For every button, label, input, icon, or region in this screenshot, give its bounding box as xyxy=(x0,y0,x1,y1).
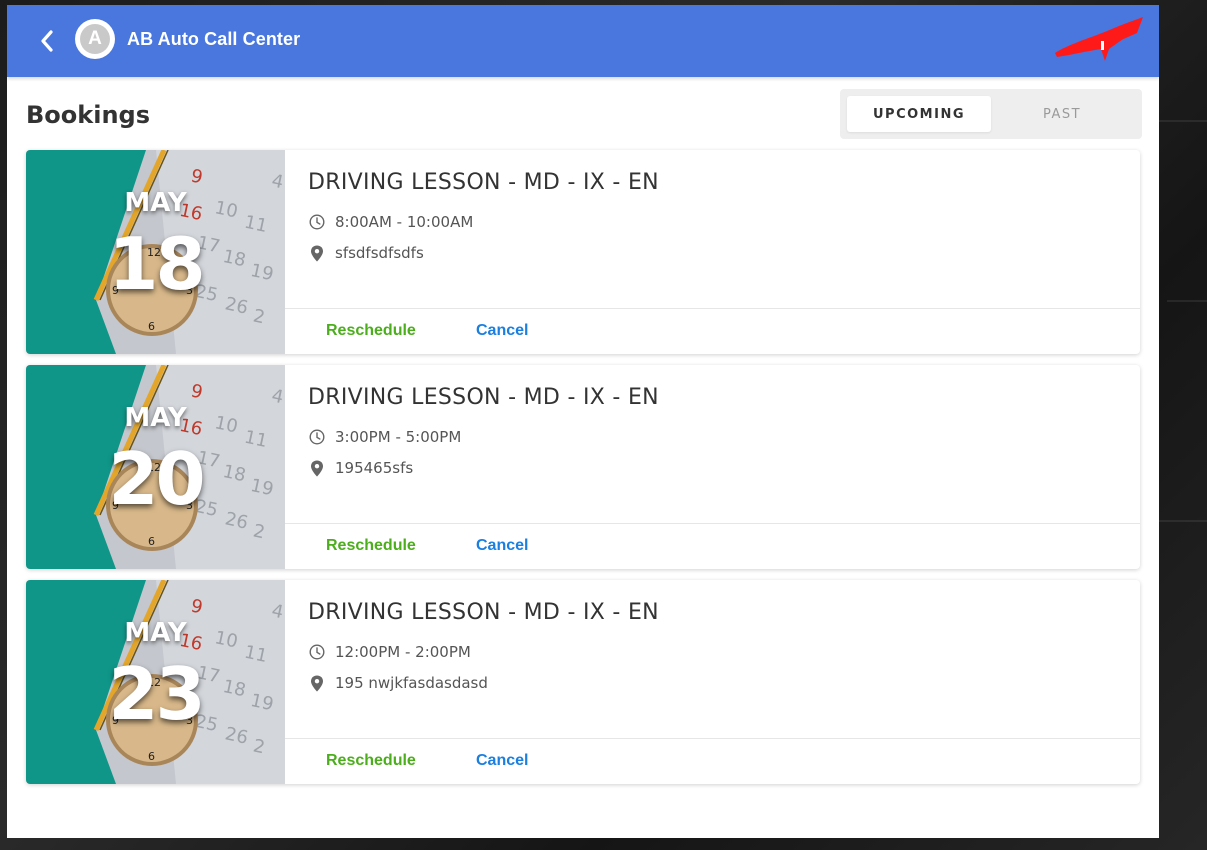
calendar-clock-image: 9 10 11 16 17 18 19 25 26 2 4 12 9 3 6 M… xyxy=(26,150,285,354)
booking-title: DRIVING LESSON - MD - IX - EN xyxy=(308,385,659,410)
app-bar: A AB Auto Call Center xyxy=(7,5,1159,77)
avatar-letter: A xyxy=(80,24,110,54)
booking-day: 18 xyxy=(108,222,205,306)
booking-location-row: 195 nwjkfasdasdasd xyxy=(308,673,488,693)
svg-text:6: 6 xyxy=(148,320,155,333)
reschedule-button[interactable]: Reschedule xyxy=(326,537,416,555)
booking-card: 9 10 11 16 17 18 19 25 26 2 4 12 9 3 6 M… xyxy=(26,580,1140,784)
booking-time: 8:00AM - 10:00AM xyxy=(335,213,474,231)
booking-location: 195465sfs xyxy=(335,459,414,477)
reschedule-button[interactable]: Reschedule xyxy=(326,752,416,770)
booking-month: MAY xyxy=(124,403,187,433)
cancel-button[interactable]: Cancel xyxy=(476,322,528,340)
booking-actions: Reschedule Cancel xyxy=(285,738,1140,784)
tab-upcoming[interactable]: UPCOMING xyxy=(847,96,991,132)
page-title: Bookings xyxy=(26,101,151,129)
booking-title: DRIVING LESSON - MD - IX - EN xyxy=(308,600,659,625)
back-button[interactable] xyxy=(33,25,61,57)
booking-actions: Reschedule Cancel xyxy=(285,523,1140,569)
booking-location: sfsdfsdfsdfs xyxy=(335,244,424,262)
booking-month: MAY xyxy=(124,188,187,218)
booking-location-row: 195465sfs xyxy=(308,458,413,478)
booking-title: DRIVING LESSON - MD - IX - EN xyxy=(308,170,659,195)
booking-time: 12:00PM - 2:00PM xyxy=(335,643,471,661)
booking-day: 20 xyxy=(108,437,205,521)
app-logo-avatar: A xyxy=(75,19,115,59)
clock-icon xyxy=(308,213,326,231)
booking-time-row: 8:00AM - 10:00AM xyxy=(308,212,473,232)
svg-text:6: 6 xyxy=(148,750,155,763)
booking-time-row: 12:00PM - 2:00PM xyxy=(308,642,471,662)
clock-icon xyxy=(308,643,326,661)
calendar-clock-image: 9 10 11 16 17 18 19 25 26 2 4 12 9 3 6 M… xyxy=(26,580,285,784)
booking-details: DRIVING LESSON - MD - IX - EN 8:00AM - 1… xyxy=(285,150,1140,308)
map-pin-icon xyxy=(308,459,326,477)
redaction-scribble xyxy=(1055,17,1143,61)
booking-details: DRIVING LESSON - MD - IX - EN 3:00PM - 5… xyxy=(285,365,1140,523)
booking-time: 3:00PM - 5:00PM xyxy=(335,428,462,446)
chevron-left-icon xyxy=(41,30,53,52)
background-decoration xyxy=(1167,300,1207,302)
reschedule-button[interactable]: Reschedule xyxy=(326,322,416,340)
booking-details: DRIVING LESSON - MD - IX - EN 12:00PM - … xyxy=(285,580,1140,738)
map-pin-icon xyxy=(308,244,326,262)
bookings-tab-switcher: UPCOMING PAST xyxy=(840,89,1142,139)
app-title: AB Auto Call Center xyxy=(127,29,301,49)
calendar-clock-image: 9 10 11 16 17 18 19 25 26 2 4 12 9 3 6 M… xyxy=(26,365,285,569)
tab-past[interactable]: PAST xyxy=(990,96,1134,132)
booking-time-row: 3:00PM - 5:00PM xyxy=(308,427,461,447)
map-pin-icon xyxy=(308,674,326,692)
booking-month: MAY xyxy=(124,618,187,648)
booking-actions: Reschedule Cancel xyxy=(285,308,1140,354)
booking-card: 9 10 11 16 17 18 19 25 26 2 4 12 9 3 6 M… xyxy=(26,150,1140,354)
svg-text:6: 6 xyxy=(148,535,155,548)
cancel-button[interactable]: Cancel xyxy=(476,537,528,555)
cancel-button[interactable]: Cancel xyxy=(476,752,528,770)
booking-card: 9 10 11 16 17 18 19 25 26 2 4 12 9 3 6 M… xyxy=(26,365,1140,569)
booking-day: 23 xyxy=(108,652,205,736)
clock-icon xyxy=(308,428,326,446)
booking-location: 195 nwjkfasdasdasd xyxy=(335,674,488,692)
booking-location-row: sfsdfsdfsdfs xyxy=(308,243,424,263)
app-window: A AB Auto Call Center Bookings UPCOMING … xyxy=(7,5,1159,838)
